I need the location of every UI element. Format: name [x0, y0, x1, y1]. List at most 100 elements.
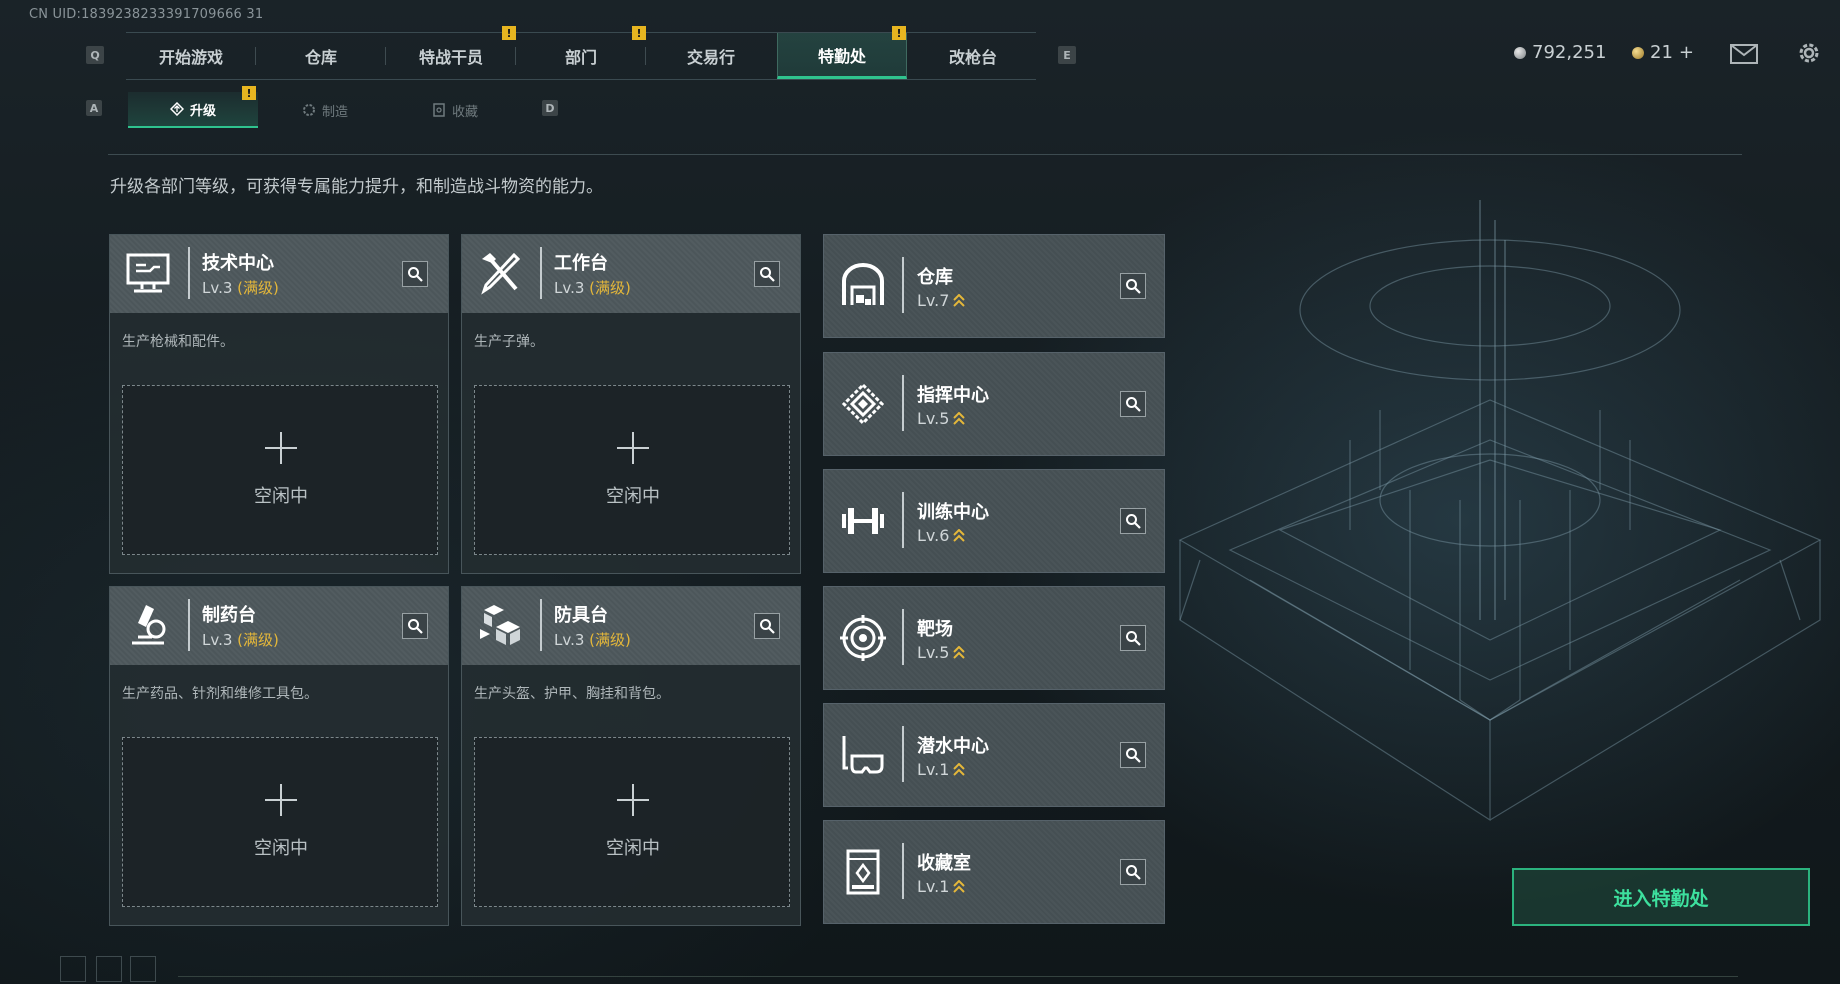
facility-level: Lv.3 (满级)	[202, 629, 279, 650]
department-name: 训练中心	[917, 502, 989, 523]
nav-key-q: Q	[86, 46, 104, 64]
level-value: Lv.3	[554, 279, 585, 297]
department-name: 指挥中心	[917, 385, 989, 406]
enter-special-ops-button[interactable]: 进入特勤处	[1512, 868, 1810, 926]
subtab-upgrade[interactable]: 升级	[128, 92, 258, 128]
deco-box	[130, 956, 156, 982]
dumbbell-icon	[842, 508, 884, 534]
collection-icon	[433, 103, 445, 117]
page-description: 升级各部门等级，可获得专属能力提升，和制造战斗物资的能力。	[110, 177, 603, 197]
search-icon[interactable]	[1120, 625, 1146, 651]
subtab-label: 制造	[321, 104, 348, 120]
production-slot[interactable]: 空闲中	[474, 737, 790, 907]
department-level: Lv.6	[917, 526, 966, 545]
chip-icon	[841, 382, 885, 426]
subtab-collection[interactable]: 收藏	[390, 92, 520, 128]
target-icon	[840, 615, 886, 661]
production-slot[interactable]: 空闲中	[122, 385, 438, 555]
separator	[902, 492, 904, 548]
tab-warehouse[interactable]: 仓库	[256, 33, 386, 79]
coin-amount: 792,251	[1532, 42, 1607, 63]
tab-start-game[interactable]: 开始游戏	[126, 33, 256, 79]
gold-amount: 21	[1650, 42, 1673, 63]
department-name: 收藏室	[917, 853, 971, 874]
slot-status: 空闲中	[606, 486, 660, 507]
department-card-shooting-range[interactable]: 靶场 Lv.5	[823, 586, 1165, 690]
department-name: 仓库	[917, 267, 953, 288]
search-icon[interactable]	[1120, 742, 1146, 768]
gear-icon	[302, 104, 315, 116]
department-card-warehouse[interactable]: 仓库 Lv.7	[823, 234, 1165, 338]
level-value: Lv.1	[917, 877, 950, 896]
department-level: Lv.5	[917, 643, 966, 662]
facility-card-tech-center[interactable]: 技术中心 Lv.3 (满级) 生产枪械和配件。 空闲中	[109, 234, 449, 574]
production-slot[interactable]: 空闲中	[474, 385, 790, 555]
tab-departments[interactable]: 部门	[516, 33, 646, 79]
coin-balance: 792,251	[1514, 42, 1606, 63]
max-level-tag: (满级)	[237, 631, 279, 649]
tab-gunsmith[interactable]: 改枪台	[908, 33, 1038, 79]
department-level: Lv.1	[917, 760, 966, 779]
facility-card-armor-bench[interactable]: 防具台 Lv.3 (满级) 生产头盔、护甲、胸挂和背包。 空闲中	[461, 586, 801, 926]
facility-level: Lv.3 (满级)	[554, 629, 631, 650]
mail-icon[interactable]	[1730, 44, 1758, 68]
separator	[902, 375, 904, 431]
settings-gear-icon[interactable]	[1796, 40, 1822, 70]
search-icon[interactable]	[1120, 508, 1146, 534]
upgrade-available-icon	[953, 645, 966, 659]
microscope-icon	[132, 605, 166, 645]
search-icon[interactable]	[754, 613, 780, 639]
production-slot[interactable]: 空闲中	[122, 737, 438, 907]
facility-name: 制药台	[202, 605, 256, 626]
department-card-training-center[interactable]: 训练中心 Lv.6	[823, 469, 1165, 573]
level-value: Lv.1	[917, 760, 950, 779]
facility-description: 生产枪械和配件。	[122, 334, 234, 350]
tab-operators[interactable]: 特战干员	[386, 33, 516, 79]
subtab-manufacture[interactable]: 制造	[260, 92, 390, 128]
gold-coin-icon	[1632, 46, 1644, 59]
department-card-collection-room[interactable]: 收藏室 Lv.1	[823, 820, 1165, 924]
facility-card-workbench[interactable]: 工作台 Lv.3 (满级) 生产子弹。 空闲中	[461, 234, 801, 574]
facility-name: 技术中心	[202, 253, 274, 274]
add-gold-icon[interactable]: +	[1679, 42, 1694, 63]
search-icon[interactable]	[402, 261, 428, 287]
separator	[902, 609, 904, 665]
tab-label: 部门	[564, 48, 597, 67]
search-icon[interactable]	[1120, 391, 1146, 417]
facility-description: 生产子弹。	[474, 334, 544, 350]
max-level-tag: (满级)	[237, 279, 279, 297]
add-icon	[265, 784, 297, 816]
slot-status: 空闲中	[606, 838, 660, 859]
search-icon[interactable]	[1120, 859, 1146, 885]
gold-balance[interactable]: 21 +	[1632, 42, 1694, 63]
display-case-icon	[846, 849, 880, 895]
tab-special-ops[interactable]: 特勤处	[777, 33, 907, 79]
add-icon	[617, 432, 649, 464]
subtab-label: 升级	[189, 103, 216, 119]
level-value: Lv.6	[917, 526, 950, 545]
department-card-diving-center[interactable]: 潜水中心 Lv.1	[823, 703, 1165, 807]
department-level: Lv.1	[917, 877, 966, 896]
tab-label: 开始游戏	[158, 48, 223, 67]
search-icon[interactable]	[754, 261, 780, 287]
facility-card-pharmacy[interactable]: 制药台 Lv.3 (满级) 生产药品、针剂和维修工具包。 空闲中	[109, 586, 449, 926]
tab-trading[interactable]: 交易行	[646, 33, 776, 79]
level-value: Lv.5	[917, 643, 950, 662]
warehouse-icon	[842, 263, 884, 305]
add-icon	[617, 784, 649, 816]
separator	[540, 599, 542, 651]
facility-name: 防具台	[554, 605, 608, 626]
search-icon[interactable]	[1120, 273, 1146, 299]
department-card-command-center[interactable]: 指挥中心 Lv.5	[823, 352, 1165, 456]
facility-description: 生产药品、针剂和维修工具包。	[122, 686, 318, 702]
department-level: Lv.5	[917, 409, 966, 428]
deco-box	[96, 956, 122, 982]
player-uid: CN UID:1839238233391709666 31	[29, 7, 264, 22]
warning-badge: !	[632, 26, 646, 40]
facility-description: 生产头盔、护甲、胸挂和背包。	[474, 686, 670, 702]
facility-level: Lv.3 (满级)	[554, 277, 631, 298]
diving-mask-icon	[842, 736, 884, 774]
base-wireframe-illustration	[1178, 200, 1822, 822]
search-icon[interactable]	[402, 613, 428, 639]
computer-icon	[126, 253, 170, 293]
